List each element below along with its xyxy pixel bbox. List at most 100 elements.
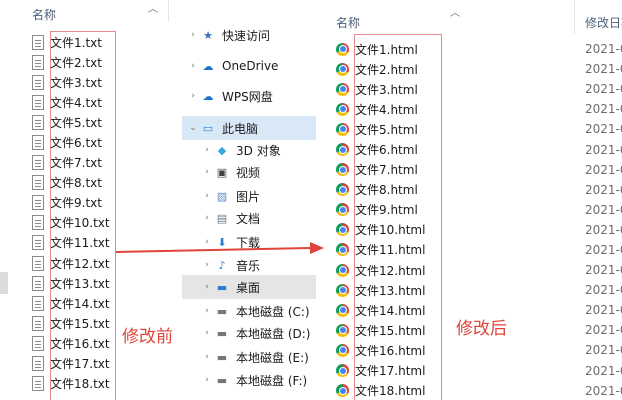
highlight-box-after (354, 34, 442, 400)
document-icon: ▤ (216, 211, 228, 225)
text-file-icon (32, 175, 44, 191)
text-file-icon (32, 215, 44, 231)
chrome-file-icon (336, 384, 349, 398)
chevron-up-icon[interactable]: ︿ (450, 4, 460, 19)
chrome-file-icon (336, 82, 349, 96)
file-date: 2021-0 (585, 102, 622, 117)
chevron-right-icon[interactable]: › (200, 328, 214, 338)
file-date: 2021-0 (585, 343, 622, 358)
chrome-file-icon (336, 343, 349, 357)
nav-item[interactable]: › ★ 快速访问 (182, 23, 316, 47)
chevron-right-icon[interactable]: › (200, 213, 214, 223)
chevron-right-icon[interactable]: › (186, 61, 200, 71)
chrome-file-icon (336, 102, 349, 116)
text-file-icon (32, 235, 44, 251)
nav-item-label: 此电脑 (222, 121, 259, 136)
nav-item[interactable]: › ◆ 3D 对象 (182, 138, 316, 162)
nav-item[interactable]: › ▬ 本地磁盘 (D:) (182, 321, 316, 345)
music-icon: ♪ (218, 258, 226, 272)
nav-item-label: 快速访问 (222, 28, 271, 43)
nav-item[interactable]: › ☁ WPS网盘 (182, 84, 316, 108)
file-date: 2021-0 (585, 242, 622, 257)
file-date: 2021-0 (585, 122, 622, 137)
text-file-icon (32, 94, 44, 110)
chrome-file-icon (336, 243, 349, 257)
nav-item-label: 视频 (236, 165, 261, 180)
chevron-right-icon[interactable]: › (200, 191, 214, 201)
file-date: 2021-0 (585, 142, 622, 157)
file-date: 2021-0 (585, 82, 622, 97)
chevron-right-icon[interactable]: › (186, 91, 200, 101)
nav-item-label: 图片 (236, 189, 261, 204)
cloud-icon: ☁ (202, 59, 214, 73)
column-header-name[interactable]: 名称 (336, 14, 360, 31)
file-date: 2021-0 (585, 383, 622, 398)
nav-item[interactable]: › ▨ 图片 (182, 184, 316, 208)
nav-item[interactable]: › ▬ 本地磁盘 (C:) (182, 299, 316, 323)
drive-icon: ▬ (216, 304, 228, 318)
file-date: 2021-0 (585, 303, 622, 318)
computer-icon: ▭ (202, 121, 214, 135)
nav-item-label: OneDrive (222, 59, 279, 73)
nav-item[interactable]: › ▣ 视频 (182, 160, 316, 184)
text-file-icon (32, 74, 44, 90)
text-file-icon (32, 376, 44, 392)
drive-icon: ▬ (216, 350, 228, 364)
text-file-icon (32, 275, 44, 291)
column-divider[interactable] (574, 0, 575, 34)
chevron-right-icon[interactable]: › (186, 30, 200, 40)
chevron-right-icon[interactable]: › (200, 352, 214, 362)
chevron-right-icon[interactable]: › (200, 145, 214, 155)
text-file-icon (32, 135, 44, 151)
column-divider[interactable] (168, 0, 169, 22)
nav-item[interactable]: › ▬ 本地磁盘 (F:) (182, 368, 316, 392)
image-icon: ▨ (216, 189, 228, 203)
chrome-file-icon (336, 42, 349, 56)
text-file-icon (32, 295, 44, 311)
cloud-icon: ☁ (202, 89, 214, 103)
nav-item-label: WPS网盘 (222, 89, 273, 104)
chevron-down-icon[interactable]: ⌄ (186, 123, 200, 133)
file-date: 2021-0 (585, 323, 622, 338)
nav-item-label: 本地磁盘 (C:) (236, 304, 310, 319)
file-date: 2021-0 (585, 42, 622, 57)
text-file-icon (32, 34, 44, 50)
drive-icon: ▬ (216, 373, 228, 387)
nav-item[interactable]: ⌄ ▭ 此电脑 (182, 116, 316, 140)
star-icon: ★ (203, 28, 213, 42)
text-file-icon (32, 155, 44, 171)
chrome-file-icon (336, 303, 349, 317)
drive-icon: ▬ (216, 326, 228, 340)
text-file-icon (32, 315, 44, 331)
text-file-icon (32, 114, 44, 130)
text-file-icon (32, 195, 44, 211)
scroll-strip (0, 272, 8, 294)
column-header-name[interactable]: 名称 (32, 6, 56, 23)
file-date: 2021-0 (585, 182, 622, 197)
nav-item[interactable]: › ▬ 本地磁盘 (E:) (182, 345, 316, 369)
file-date: 2021-0 (585, 222, 622, 237)
nav-item[interactable]: › ☁ OneDrive (182, 54, 316, 78)
chevron-right-icon[interactable]: › (200, 167, 214, 177)
nav-item[interactable]: › ▬ 桌面 (182, 275, 316, 299)
chevron-up-icon[interactable]: ︿ (148, 0, 158, 15)
chevron-right-icon[interactable]: › (200, 282, 214, 292)
chevron-right-icon[interactable]: › (200, 375, 214, 385)
chrome-file-icon (336, 364, 349, 378)
nav-item-label: 本地磁盘 (E:) (236, 350, 309, 365)
navigation-pane: › ★ 快速访问 › ☁ OneDrive › ☁ WPS网盘 ⌄ ▭ 此电脑 › ◆ 3D 对象 › ▣ 视频 ›… (182, 0, 316, 400)
highlight-box-before (50, 31, 116, 400)
chrome-file-icon (336, 143, 349, 157)
chrome-file-icon (336, 183, 349, 197)
chrome-file-icon (336, 263, 349, 277)
column-header-date[interactable]: 修改日期 (585, 14, 622, 31)
nav-item[interactable]: › ▤ 文档 (182, 206, 316, 230)
chevron-right-icon[interactable]: › (200, 260, 214, 270)
annotation-before: 修改前 (122, 327, 173, 347)
nav-item-label: 文档 (236, 211, 261, 226)
chrome-file-icon (336, 122, 349, 136)
chevron-right-icon[interactable]: › (200, 306, 214, 316)
file-date: 2021-0 (585, 162, 622, 177)
desktop-icon: ▬ (216, 280, 228, 294)
file-date: 2021-0 (585, 283, 622, 298)
